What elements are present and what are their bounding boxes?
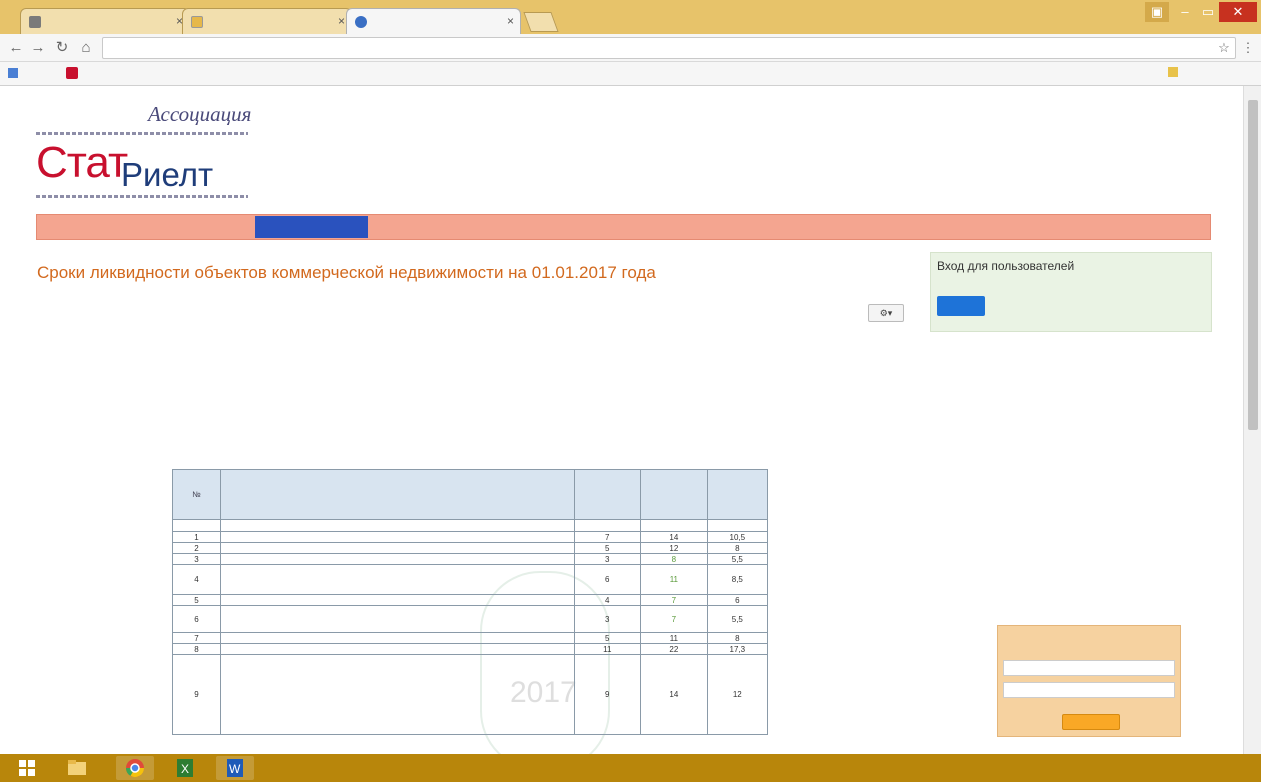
table-header-row: №	[172, 469, 769, 520]
logo-association-text: Ассоциация	[148, 102, 252, 126]
list-item	[48, 420, 908, 430]
logo-brand-part1[interactable]: Стат	[36, 138, 128, 188]
browser-tab-1[interactable]: ×	[20, 8, 190, 34]
table-row: 1 7 14 10,5	[172, 531, 769, 543]
browser-toolbar: ← → ↻ ⌂ ☆ ⋮	[0, 34, 1261, 62]
page-viewport: Ассоциация Стат Риелт Сроки ликвидности …	[0, 86, 1243, 754]
logout-button[interactable]	[937, 296, 985, 316]
table-row: 8 11 22 17,3	[172, 643, 769, 655]
new-tab-button[interactable]	[523, 12, 559, 32]
windows-taskbar: X W	[0, 754, 1261, 782]
close-window-icon[interactable]: ✕	[1219, 2, 1257, 22]
close-icon[interactable]: ×	[338, 14, 345, 28]
tab-favicon-icon	[191, 16, 203, 28]
menu-item[interactable]	[160, 216, 248, 238]
table-row: 3 3 8 5,5	[172, 553, 769, 565]
menu-icon[interactable]: ⋮	[1238, 38, 1258, 58]
table-row: 4 6 11 8,5	[172, 564, 769, 595]
browser-tab-3-active[interactable]: ×	[346, 8, 521, 35]
maximize-icon[interactable]: ▭	[1197, 2, 1219, 22]
table-row: 9 9 14 12	[172, 654, 769, 735]
table-section-title	[219, 519, 575, 532]
logo-brand-part2[interactable]: Риелт	[121, 156, 213, 194]
feedback-send-button[interactable]	[1062, 714, 1120, 730]
main-menu	[36, 214, 1211, 240]
tab-favicon-icon	[355, 16, 367, 28]
home-icon[interactable]: ⌂	[76, 38, 96, 58]
tab-favicon-icon	[29, 16, 41, 28]
table-row: 2 5 12 8	[172, 542, 769, 554]
menu-item[interactable]	[43, 216, 147, 238]
list-item	[48, 392, 908, 402]
windows-start-icon[interactable]	[8, 756, 46, 780]
svg-text:W: W	[229, 762, 241, 776]
minimize-icon[interactable]: –	[1174, 2, 1196, 22]
close-icon[interactable]: ×	[507, 14, 514, 28]
apps-grid-icon[interactable]	[8, 68, 18, 78]
column-header: №	[172, 469, 221, 520]
feedback-widget	[997, 625, 1181, 737]
bookmark-star-icon[interactable]: ☆	[1214, 38, 1234, 58]
table-row: 7 5 11 8	[172, 632, 769, 644]
word-icon[interactable]: W	[216, 756, 254, 780]
bookmarks-bar	[0, 62, 1261, 86]
column-header	[573, 469, 642, 520]
menu-item[interactable]	[1005, 216, 1117, 238]
menu-item[interactable]	[377, 216, 471, 238]
folder-icon	[1168, 67, 1178, 77]
login-title: Вход для пользователей	[937, 259, 1075, 273]
menu-item[interactable]	[670, 216, 788, 238]
menu-item[interactable]	[483, 216, 545, 238]
list-item	[48, 382, 908, 392]
liquidity-table: № 1 7 14 10,5 2 5 12 8 3 3 8 5,5 4 6 11 …	[172, 469, 769, 735]
address-bar[interactable]	[102, 37, 1236, 59]
browser-tab-2[interactable]: ×	[182, 8, 352, 34]
page-scrollbar[interactable]	[1243, 86, 1261, 754]
logo-dotted-line	[36, 132, 248, 135]
back-icon[interactable]: ←	[6, 38, 26, 58]
chrome-icon[interactable]	[116, 756, 154, 780]
bookmark-favicon-icon	[66, 67, 78, 79]
column-header	[640, 469, 708, 520]
list-item	[48, 411, 908, 421]
file-explorer-icon[interactable]	[58, 756, 96, 780]
feedback-email-input[interactable]	[1003, 682, 1175, 698]
column-header	[219, 469, 575, 520]
reload-icon[interactable]: ↻	[52, 38, 72, 58]
feedback-options	[998, 644, 1182, 653]
menu-item[interactable]	[557, 216, 663, 238]
excel-icon[interactable]: X	[166, 756, 204, 780]
login-panel: Вход для пользователей	[930, 252, 1212, 332]
feedback-text-input[interactable]	[1003, 660, 1175, 676]
article-tools-button[interactable]: ⚙▾	[868, 304, 904, 322]
forward-icon[interactable]: →	[28, 38, 48, 58]
list-item	[48, 401, 908, 411]
menu-item-active[interactable]	[255, 216, 368, 238]
table-row: 5 4 7 6	[172, 594, 769, 606]
browser-titlebar: × × × ▣ – ▭ ✕	[0, 0, 1261, 35]
column-header	[706, 469, 769, 520]
user-profile-icon[interactable]: ▣	[1145, 2, 1169, 22]
table-row: 6 3 7 5,5	[172, 605, 769, 633]
scroll-thumb[interactable]	[1248, 100, 1258, 430]
menu-item[interactable]	[802, 216, 878, 238]
svg-text:X: X	[181, 762, 189, 776]
page-title: Сроки ликвидности объектов коммерческой …	[37, 263, 656, 282]
menu-item[interactable]	[890, 216, 990, 238]
definitions-list	[48, 382, 908, 430]
logo-dotted-line	[36, 195, 248, 198]
gear-icon: ⚙▾	[879, 308, 893, 318]
